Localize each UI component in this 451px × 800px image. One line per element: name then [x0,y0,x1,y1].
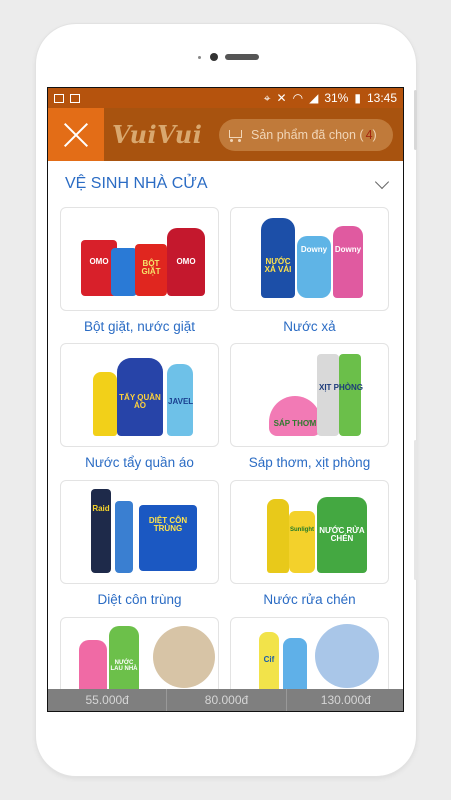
category-title: VỆ SINH NHÀ CỬA [65,175,208,192]
detergent-bag [111,248,137,296]
detergent-bottle: OMO [167,228,205,296]
price-item[interactable]: 130.000đ [287,689,403,711]
javel-bottle: JAVEL [167,364,193,436]
close-icon [63,122,89,148]
spray-can [115,501,133,573]
mute-icon: ✕ [276,91,287,105]
product-card-bleach[interactable]: TẨY QUẦN ÁO JAVEL Nước tẩy quần áo [60,343,219,470]
app-screen: ⌖ ✕ ◠ ◢ 31% ▮ 13:45 VuiVui Sản phẩm đã c… [47,87,404,712]
close-button[interactable] [48,108,104,161]
product-image[interactable]: TẨY QUẦN ÁO JAVEL [60,343,219,447]
wifi-icon: ◠ [292,91,304,105]
selected-products-button[interactable]: Sản phẩm đã chọn (4) [219,119,393,151]
spray-can [317,354,339,436]
battery-percent: 31% [324,91,349,105]
product-card-softener[interactable]: NƯỚC XẢ VẢI Downy Downy Nước xả [230,207,389,334]
mop-photo [153,626,215,688]
phone-volume-button [414,440,417,580]
price-bar: 55.000đ 80.000đ 130.000đ [48,689,403,711]
app-header: VuiVui Sản phẩm đã chọn (4) [48,108,403,161]
battery-icon: ▮ [354,91,361,105]
detergent-bag: BỘT GIẶT [135,244,167,296]
gallery-icon [54,93,64,103]
product-card-dish-soap[interactable]: Sunlight NƯỚC RỬA CHÉN Nước rửa chén [230,480,389,607]
product-label[interactable]: Bột giặt, nước giặt [60,319,219,334]
softener-pouch: Downy [297,236,331,298]
product-image[interactable]: NƯỚC XẢ VẢI Downy Downy [230,207,389,311]
phone-camera [210,53,218,61]
cart-icon [227,128,245,142]
softener-bottle: NƯỚC XẢ VẢI [261,218,295,298]
phone-power-button [414,90,417,150]
cleaning-photo [315,624,379,688]
status-bar: ⌖ ✕ ◠ ◢ 31% ▮ 13:45 [48,88,403,108]
softener-bottle: Downy [333,226,363,298]
price-item[interactable]: 80.000đ [167,689,287,711]
cart-label: Sản phẩm đã chọn [251,128,356,142]
coil-box: DIỆT CÔN TRÙNG [139,505,197,571]
product-card-air-freshener[interactable]: SÁP THƠM XỊT PHÒNG Sáp thơm, xịt phòng [230,343,389,470]
product-label[interactable]: Nước rửa chén [230,592,389,607]
phone-sensor [198,56,201,59]
product-label[interactable]: Nước xả [230,319,389,334]
location-icon: ⌖ [263,90,271,105]
dish-soap-bottle [267,499,289,573]
cart-count: 4 [365,128,373,142]
bleach-bottle [93,372,117,436]
dish-soap-pouch: Sunlight [289,511,315,573]
chevron-down-icon[interactable] [374,174,390,189]
price-item[interactable]: 55.000đ [48,689,168,711]
product-image[interactable]: SÁP THƠM XỊT PHÒNG [230,343,389,447]
spray-can: XỊT PHÒNG [319,354,363,436]
product-label[interactable]: Nước tẩy quần áo [60,455,219,470]
freshener-gel: SÁP THƠM [269,396,321,436]
dish-soap-jug: NƯỚC RỬA CHÉN [317,497,367,573]
app-logo[interactable]: VuiVui [112,120,202,149]
product-label[interactable]: Sáp thơm, xịt phòng [230,455,389,470]
bleach-jug: TẨY QUẦN ÁO [117,358,163,436]
category-header[interactable]: VỆ SINH NHÀ CỬA [48,161,403,207]
product-image[interactable]: Sunlight NƯỚC RỬA CHÉN [230,480,389,584]
notification-icon [70,93,80,103]
phone-speaker [225,54,259,60]
product-image[interactable]: Raid DIỆT CÔN TRÙNG [60,480,219,584]
clock: 13:45 [366,91,397,105]
product-card-insecticide[interactable]: Raid DIỆT CÔN TRÙNG Diệt côn trùng [60,480,219,607]
product-card-detergent[interactable]: OMO BỘT GIẶT OMO Bột giặt, nước giặt [60,207,219,334]
signal-icon: ◢ [309,91,319,105]
product-label[interactable]: Diệt côn trùng [60,592,219,607]
product-image[interactable]: OMO BỘT GIẶT OMO [60,207,219,311]
raid-can: Raid [91,489,111,573]
